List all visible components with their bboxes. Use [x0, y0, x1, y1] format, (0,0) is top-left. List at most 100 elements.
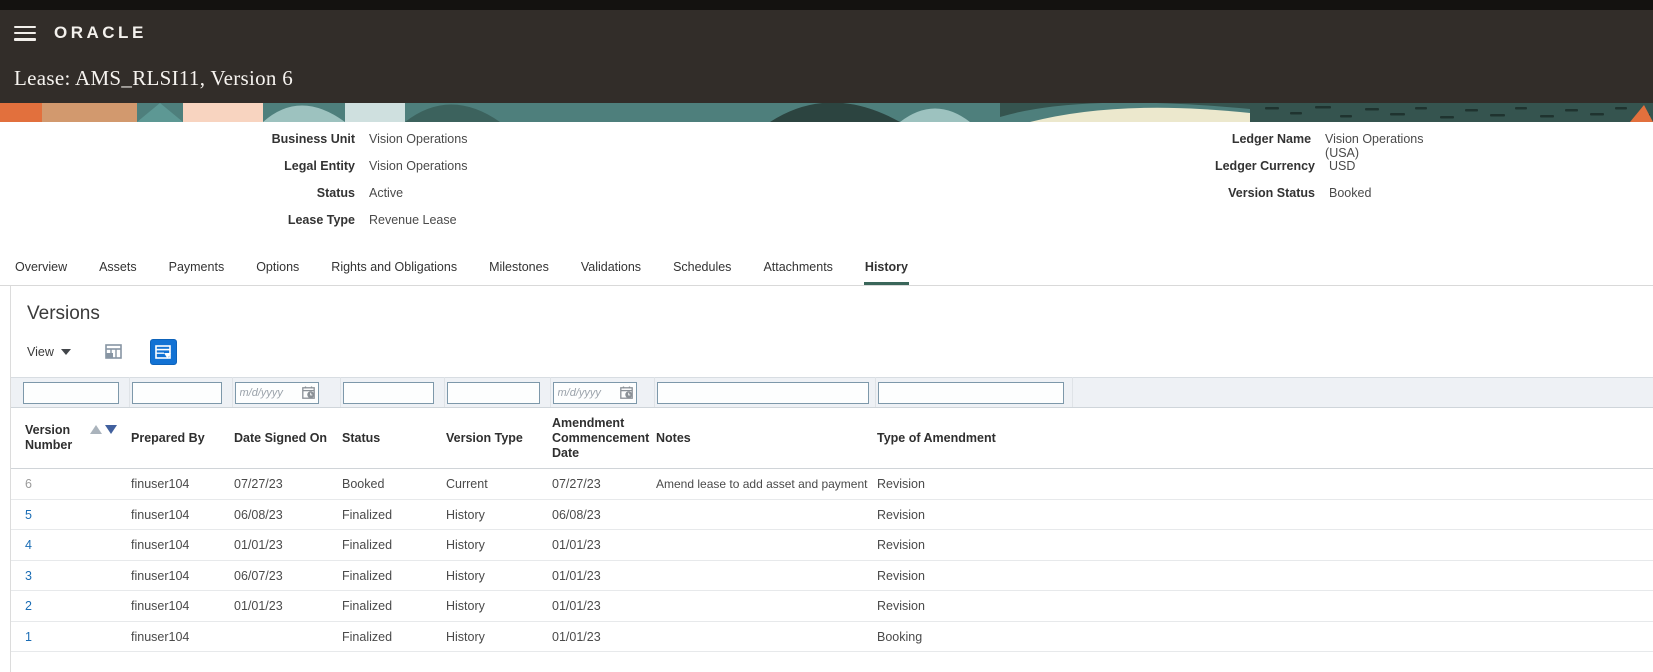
prepared-by-cell: finuser104 — [129, 560, 232, 592]
summary-field-legal-entity: Legal Entity Vision Operations — [0, 159, 760, 186]
tab-validations[interactable]: Validations — [580, 254, 642, 285]
page-title: Lease: AMS_RLSI11, Version 6 — [14, 66, 294, 90]
type-of-amendment-cell: Revision — [875, 590, 1072, 622]
filter-date-signed-input[interactable] — [239, 386, 292, 399]
decorative-banner — [0, 103, 1653, 122]
calendar-icon[interactable] — [619, 386, 633, 399]
versions-table: Version Number Prepared By Date Signed O… — [11, 377, 1653, 653]
filter-type-of-amendment-input[interactable] — [877, 381, 1064, 404]
tab-schedules[interactable]: Schedules — [672, 254, 732, 285]
field-label: Version Status — [1228, 186, 1315, 200]
type-of-amendment-cell: Revision — [875, 529, 1072, 561]
summary-field-ledger-name: Ledger Name Vision Operations (USA) — [760, 132, 1460, 160]
field-label: Ledger Currency — [1214, 159, 1315, 173]
column-header-date-signed-on[interactable]: Date Signed On — [232, 407, 340, 470]
version-type-cell: History — [444, 499, 550, 531]
column-header-type-of-amendment[interactable]: Type of Amendment — [875, 407, 1072, 470]
tab-rights-and-obligations[interactable]: Rights and Obligations — [330, 254, 458, 285]
amendment-date-cell: 01/01/23 — [550, 590, 654, 622]
version-type-cell: History — [444, 590, 550, 622]
table-row-version-6: 6 finuser104 07/27/23 Booked Current 07/… — [11, 468, 1653, 500]
prepared-by-cell: finuser104 — [129, 468, 232, 500]
version-number-link[interactable]: 4 — [25, 538, 32, 552]
lease-summary: Business Unit Vision Operations Legal En… — [0, 122, 1653, 248]
status-cell: Finalized — [340, 529, 444, 561]
column-header-notes[interactable]: Notes — [654, 407, 875, 470]
version-number-link[interactable]: 1 — [25, 630, 32, 644]
prepared-by-cell: finuser104 — [129, 499, 232, 531]
field-value: Vision Operations (USA) — [1325, 132, 1424, 160]
version-type-cell: History — [444, 529, 550, 561]
field-label: Business Unit — [271, 132, 355, 146]
table-filter-row — [11, 377, 1653, 408]
tab-assets[interactable]: Assets — [98, 254, 138, 285]
field-label: Legal Entity — [284, 159, 355, 173]
calendar-icon[interactable] — [301, 386, 315, 399]
column-header-version-number[interactable]: Version Number — [25, 423, 90, 453]
amendment-date-cell: 01/01/23 — [550, 621, 654, 653]
field-value: Vision Operations — [369, 132, 468, 146]
column-header-status[interactable]: Status — [340, 407, 444, 470]
field-value: Active — [369, 186, 404, 200]
prepared-by-cell: finuser104 — [129, 621, 232, 653]
versions-panel: Versions View m/d/yyyy m/d/yyyy Version … — [10, 286, 1653, 672]
sort-ascending-icon[interactable] — [90, 425, 102, 435]
field-value: USD — [1329, 159, 1356, 173]
status-cell: Booked — [340, 468, 444, 500]
summary-field-version-status: Version Status Booked — [760, 186, 1460, 213]
tab-attachments[interactable]: Attachments — [762, 254, 833, 285]
table-row-version-5: 5 finuser104 06/08/23 Finalized History … — [11, 499, 1653, 531]
browser-chrome-strip — [0, 0, 1653, 10]
version-number-link[interactable]: 2 — [25, 599, 32, 613]
filter-amendment-date-input[interactable] — [557, 386, 610, 399]
column-header-version-type[interactable]: Version Type — [444, 407, 550, 470]
versions-heading: Versions — [27, 303, 100, 324]
type-of-amendment-cell: Revision — [875, 468, 1072, 500]
status-cell: Finalized — [340, 590, 444, 622]
amendment-date-cell: 06/08/23 — [550, 499, 654, 531]
filter-version-number-input[interactable] — [23, 381, 119, 404]
detach-table-icon[interactable] — [105, 344, 123, 360]
tab-payments[interactable]: Payments — [168, 254, 226, 285]
date-signed-cell: 01/01/23 — [232, 590, 340, 622]
notes-cell — [654, 499, 875, 531]
date-signed-cell: 01/01/23 — [232, 529, 340, 561]
notes-cell — [654, 590, 875, 622]
version-number-link[interactable]: 5 — [25, 508, 32, 522]
filter-amendment-date-datebox[interactable] — [552, 381, 637, 404]
version-number-link[interactable]: 3 — [25, 569, 32, 583]
tab-history[interactable]: History — [863, 254, 909, 285]
filter-notes-input[interactable] — [656, 381, 869, 404]
sort-descending-icon[interactable] — [105, 425, 117, 435]
filter-version-type-input[interactable] — [446, 381, 540, 404]
type-of-amendment-cell: Booking — [875, 621, 1072, 653]
type-of-amendment-cell: Revision — [875, 499, 1072, 531]
column-header-amendment-commencement-date[interactable]: Amendment Commencement Date — [550, 407, 654, 470]
field-value: Revenue Lease — [369, 213, 457, 227]
date-signed-cell: 06/08/23 — [232, 499, 340, 531]
status-cell: Finalized — [340, 621, 444, 653]
chevron-down-icon — [60, 349, 71, 355]
tab-options[interactable]: Options — [255, 254, 300, 285]
summary-field-ledger-currency: Ledger Currency USD — [760, 159, 1460, 186]
field-value: Booked — [1329, 186, 1372, 200]
status-cell: Finalized — [340, 560, 444, 592]
hamburger-menu-icon[interactable] — [14, 25, 36, 41]
filter-status-input[interactable] — [342, 381, 434, 404]
notes-cell — [654, 529, 875, 561]
view-menu-button[interactable]: View — [27, 345, 71, 359]
date-signed-cell: 06/07/23 — [232, 560, 340, 592]
filter-date-signed-datebox[interactable] — [234, 381, 319, 404]
view-menu-label: View — [27, 345, 54, 359]
field-label: Ledger Name — [1231, 132, 1312, 146]
versions-toolbar: View — [27, 338, 1653, 366]
tab-milestones[interactable]: Milestones — [488, 254, 550, 285]
query-by-example-filter-button[interactable] — [149, 339, 177, 365]
tab-overview[interactable]: Overview — [14, 254, 68, 285]
column-header-prepared-by[interactable]: Prepared By — [129, 407, 232, 470]
filter-prepared-by-input[interactable] — [131, 381, 222, 404]
notes-cell: Amend lease to add asset and payment — [654, 468, 875, 500]
table-row-version-1: 1 finuser104 Finalized History 01/01/23 … — [11, 621, 1653, 653]
table-row-version-3: 3 finuser104 06/07/23 Finalized History … — [11, 560, 1653, 592]
table-row-version-2: 2 finuser104 01/01/23 Finalized History … — [11, 590, 1653, 622]
